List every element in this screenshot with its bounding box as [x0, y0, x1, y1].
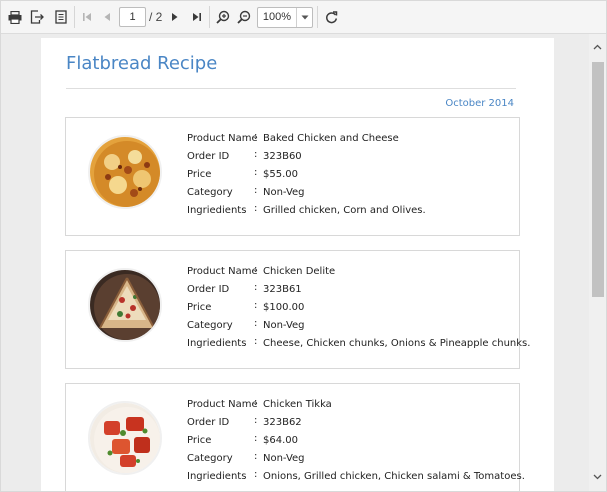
export-icon: [30, 10, 44, 24]
ingredients-label: Ingriedients: [187, 338, 247, 349]
next-page-icon: [172, 13, 178, 21]
previous-page-icon: [104, 13, 110, 21]
product-name-label: Product Name: [187, 399, 258, 410]
last-page-button[interactable]: [187, 7, 207, 27]
colon: :: [254, 203, 258, 214]
colon: :: [254, 397, 258, 408]
colon: :: [254, 167, 258, 178]
zoom-value: 100%: [262, 11, 292, 23]
vertical-scrollbar[interactable]: [589, 34, 606, 491]
product-name-value: Baked Chicken and Cheese: [263, 133, 399, 144]
colon: :: [254, 264, 258, 275]
next-page-button[interactable]: [165, 7, 185, 27]
page-setup-icon: [55, 10, 67, 24]
price-label: Price: [187, 435, 212, 446]
order-id-label: Order ID: [187, 151, 230, 162]
first-page-icon: [83, 13, 91, 21]
report-page: Flatbread Recipe October 2014 Product Na…: [41, 38, 554, 491]
chevron-up-icon: [593, 44, 602, 49]
category-label: Category: [187, 320, 233, 331]
colon: :: [254, 282, 258, 293]
toolbar: 1 / 2 100%: [1, 1, 606, 34]
product-image: [88, 268, 162, 342]
ingredients-value: Onions, Grilled chicken, Chicken salami …: [263, 471, 525, 482]
colon: :: [254, 318, 258, 329]
colon: :: [254, 469, 258, 480]
title-divider: [66, 88, 516, 89]
price-label: Price: [187, 302, 212, 313]
page-title: Flatbread Recipe: [66, 53, 218, 74]
last-page-icon: [193, 13, 201, 21]
ingredients-value: Cheese, Chicken chunks, Onions & Pineapp…: [263, 338, 531, 349]
colon: :: [254, 185, 258, 196]
toolbar-separator: [317, 6, 318, 28]
order-id-label: Order ID: [187, 284, 230, 295]
product-card: Product Name : Chicken Tikka Order ID : …: [65, 383, 525, 491]
document-area: Flatbread Recipe October 2014 Product Na…: [1, 34, 589, 491]
price-value: $64.00: [263, 435, 298, 446]
first-page-button[interactable]: [77, 7, 97, 27]
price-value: $100.00: [263, 302, 305, 313]
order-id-label: Order ID: [187, 417, 230, 428]
colon: :: [254, 415, 258, 426]
page-setup-button[interactable]: [51, 7, 71, 27]
chevron-down-icon: [593, 474, 602, 479]
report-date: October 2014: [445, 98, 514, 109]
category-label: Category: [187, 187, 233, 198]
scrollbar-thumb[interactable]: [592, 62, 604, 297]
product-name-value: Chicken Tikka: [263, 399, 332, 410]
category-label: Category: [187, 453, 233, 464]
price-label: Price: [187, 169, 212, 180]
colon: :: [254, 451, 258, 462]
toolbar-separator: [209, 6, 210, 28]
product-card: Product Name : Chicken Delite Order ID :…: [65, 250, 530, 369]
order-id-value: 323B61: [263, 284, 302, 295]
ingredients-label: Ingriedients: [187, 205, 247, 216]
colon: :: [254, 433, 258, 444]
product-card: Product Name : Baked Chicken and Cheese …: [65, 117, 520, 236]
ingredients-label: Ingriedients: [187, 471, 247, 482]
product-name-label: Product Name: [187, 133, 258, 144]
product-name-label: Product Name: [187, 266, 258, 277]
zoom-out-button[interactable]: [234, 7, 254, 27]
previous-page-button[interactable]: [97, 7, 117, 27]
category-value: Non-Veg: [263, 320, 305, 331]
current-page-input[interactable]: 1: [119, 7, 146, 27]
print-button[interactable]: [5, 7, 25, 27]
ingredients-value: Grilled chicken, Corn and Olives.: [263, 205, 426, 216]
print-icon: [8, 10, 22, 24]
product-image: [88, 135, 162, 209]
page-total: / 2: [149, 10, 163, 24]
zoom-out-icon: [237, 10, 251, 24]
colon: :: [254, 336, 258, 347]
colon: :: [254, 131, 258, 142]
order-id-value: 323B62: [263, 417, 302, 428]
refresh-icon: [325, 10, 337, 23]
toolbar-separator: [74, 6, 75, 28]
colon: :: [254, 149, 258, 160]
product-name-value: Chicken Delite: [263, 266, 336, 277]
zoom-in-icon: [216, 10, 230, 24]
report-viewer: 1 / 2 100% Flatbread Recipe October 2014…: [0, 0, 607, 492]
zoom-dropdown-button[interactable]: [296, 8, 312, 27]
product-image: [88, 401, 162, 475]
price-value: $55.00: [263, 169, 298, 180]
refresh-button[interactable]: [321, 7, 341, 27]
chevron-down-icon: [301, 15, 308, 20]
order-id-value: 323B60: [263, 151, 302, 162]
category-value: Non-Veg: [263, 187, 305, 198]
scroll-up-button[interactable]: [589, 38, 606, 55]
zoom-select[interactable]: 100%: [257, 7, 313, 28]
colon: :: [254, 300, 258, 311]
export-button[interactable]: [27, 7, 47, 27]
scroll-down-button[interactable]: [589, 468, 606, 485]
category-value: Non-Veg: [263, 453, 305, 464]
zoom-in-button[interactable]: [213, 7, 233, 27]
